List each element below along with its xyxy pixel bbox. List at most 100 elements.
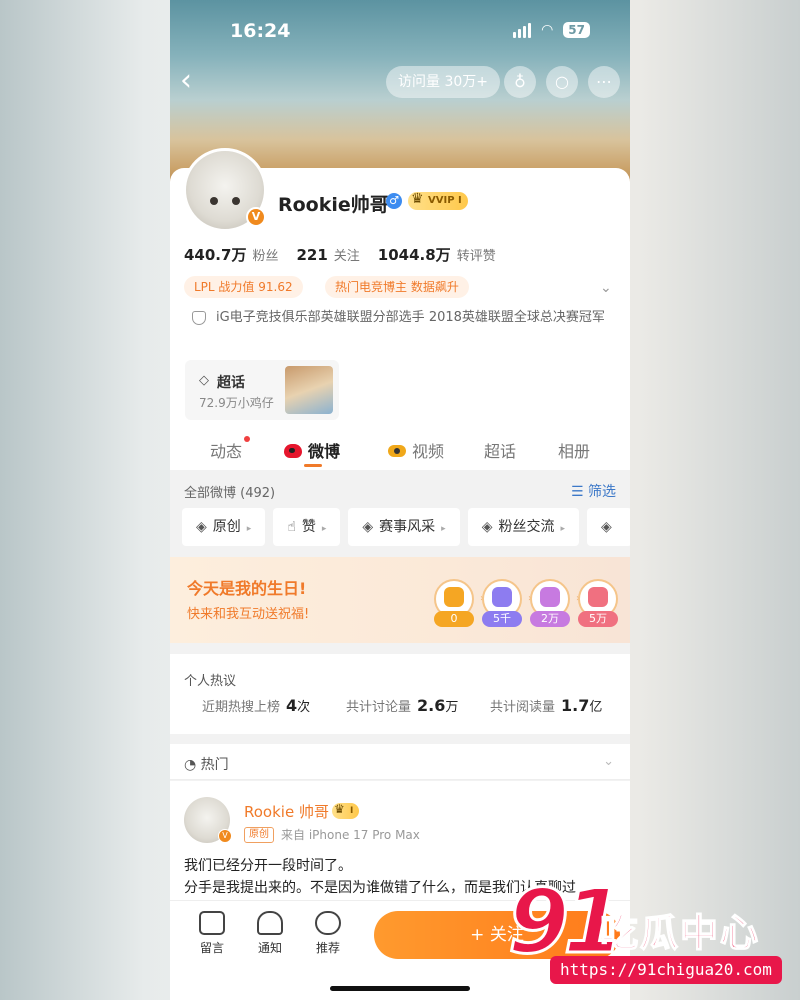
thumb-icon: ☝ (287, 519, 296, 535)
chip-original[interactable]: ◈ 原创 ▸ (182, 508, 266, 546)
home-indicator (330, 986, 470, 991)
gift-like[interactable]: 0› (434, 579, 484, 627)
recommend-label: 推荐 (315, 941, 340, 955)
chip-like[interactable]: ☝ 赞 ▸ (273, 508, 341, 546)
followers-count[interactable]: 440.7万 (184, 244, 246, 265)
read-stat: 共计阅读量 1.7亿 (490, 696, 602, 715)
stat-unit: 万 (445, 700, 459, 715)
cake-icon (588, 587, 608, 607)
back-icon[interactable]: ‹ (180, 64, 210, 100)
bell-icon (257, 911, 283, 935)
tab-label: 视频 (412, 442, 445, 461)
notify-button[interactable]: 通知 (250, 911, 290, 956)
top-nav: ‹ 访问量 30万+ ♁ ○ ⋯ (170, 64, 630, 100)
caret-icon: ▸ (321, 524, 327, 534)
chaohua-image (285, 366, 333, 414)
chip-fans[interactable]: ◈ 粉丝交流 ▸ (467, 508, 579, 546)
stat-unit: 亿 (589, 700, 603, 715)
badge-level: I (350, 806, 354, 816)
post-source: 来自 iPhone 17 Pro Max (281, 828, 420, 842)
chaohua-title: 超话 (217, 375, 245, 391)
watermark-text: 吃瓜中心 (599, 910, 761, 956)
gender-icon: ♂ (386, 193, 402, 209)
tab-dongtai[interactable]: 动态 (210, 436, 251, 462)
lpl-tag[interactable]: LPL 战力值 91.62 (184, 276, 303, 298)
hot-discussion-title: 个人热议 (184, 674, 237, 689)
gift-count: 5万 (578, 611, 618, 627)
status-time: 16:24 (230, 20, 291, 42)
filter-button[interactable]: ☰ 筛选 (571, 481, 616, 501)
chevron-down-icon[interactable]: ⌄ (603, 754, 614, 769)
gift-cake[interactable]: 5万 (578, 579, 618, 627)
following-count[interactable]: 221 (296, 246, 327, 264)
hot-blogger-tag[interactable]: 热门电竞博主 数据飙升 (325, 276, 469, 298)
following-label: 关注 (333, 249, 360, 264)
profile-name: Rookie帅哥 (278, 194, 389, 216)
chaohua-card[interactable]: ◇ 超话 72.9万小鸡仔 (185, 360, 339, 420)
hot-discussion: 个人热议 近期热搜上榜 4次 共计讨论量 2.6万 共计阅读量 1.7亿 (170, 654, 630, 734)
comment-label: 留言 (199, 941, 224, 955)
crystal-icon (492, 587, 512, 607)
birthday-banner[interactable]: 今天是我的生日! 快来和我互动送祝福! 0› 5千› 2万› 5万 (170, 557, 630, 643)
crown-icon: ♛ (334, 802, 345, 816)
stat-value: 1.7 (561, 696, 590, 715)
tab-weibo[interactable]: 微博 (284, 438, 340, 462)
birthday-title: 今天是我的生日! (187, 579, 307, 598)
tab-album[interactable]: 相册 (558, 438, 590, 462)
chevron-down-icon[interactable]: ⌄ (600, 280, 612, 296)
tab-chaohua[interactable]: 超话 (484, 438, 516, 462)
gift-headphones[interactable]: 2万› (530, 579, 580, 627)
visits-button[interactable]: 访问量 30万+ (386, 66, 500, 98)
filter-icon: ☰ (570, 484, 588, 500)
crown-icon: ♛ (411, 191, 424, 207)
gift-count: 0 (434, 611, 474, 627)
tab-label: 微博 (308, 442, 341, 461)
hot-section-label: ◔ 热门 (184, 754, 229, 774)
caret-icon: ▸ (441, 524, 446, 534)
notify-label: 通知 (257, 941, 282, 955)
hot-section-header[interactable]: ◔ 热门 ⌄ (170, 744, 630, 780)
hot-label: 热门 (200, 757, 229, 773)
search-icon[interactable]: ○ (546, 66, 578, 98)
profile-stats: 440.7万 粉丝 221 关注 1044.8万 转评赞 (184, 244, 508, 265)
chip-more[interactable]: ◈ (587, 508, 630, 546)
post-author[interactable]: Rookie 帅哥 (244, 801, 329, 822)
wifi-icon: ◠ (541, 22, 554, 38)
signal-icon (513, 22, 532, 38)
vvip-label: VVIP I (428, 195, 462, 206)
diamond-icon: ◇ (199, 373, 209, 388)
verified-badge: V (218, 829, 232, 843)
stat-unit: 次 (297, 700, 311, 715)
avatar[interactable]: V (183, 148, 267, 232)
chip-label: 原创 (212, 519, 241, 535)
filter-bar: 全部微博 (492) ☰ 筛选 (170, 476, 630, 506)
tab-label: 动态 (210, 442, 243, 461)
layers-icon: ◈ (362, 519, 374, 535)
avatar-eye (210, 197, 218, 205)
comment-button[interactable]: 留言 (192, 911, 232, 956)
stat-label: 近期热搜上榜 (202, 700, 281, 715)
gift-crystal[interactable]: 5千› (482, 579, 532, 627)
tab-label: 相册 (558, 442, 591, 461)
verified-badge: V (246, 207, 266, 227)
chip-label: 赞 (301, 519, 316, 535)
tab-video[interactable]: 视频 (388, 438, 444, 462)
tab-label: 超话 (484, 442, 517, 461)
gift-icon[interactable]: ♁ (504, 66, 536, 98)
chip-match[interactable]: ◈ 赛事风采 ▸ (348, 508, 460, 546)
post-avatar[interactable]: V (184, 797, 232, 843)
original-tag: 原创 (244, 827, 274, 843)
vvip-badge[interactable]: ♛ VVIP I (408, 191, 468, 210)
recommend-button[interactable]: 推荐 (308, 911, 348, 956)
gift-count: 5千 (482, 611, 522, 627)
followers-label: 粉丝 (252, 249, 279, 264)
caret-icon: ▸ (246, 524, 252, 534)
discussion-stat: 共计讨论量 2.6万 (346, 696, 458, 715)
caret-icon: ▸ (560, 524, 565, 534)
active-tab-indicator (304, 464, 322, 467)
likes-count[interactable]: 1044.8万 (378, 244, 451, 265)
stat-label: 共计阅读量 (490, 700, 556, 715)
fire-icon: ◔ (184, 757, 201, 773)
more-icon[interactable]: ⋯ (588, 66, 620, 98)
headphones-icon (540, 587, 560, 607)
